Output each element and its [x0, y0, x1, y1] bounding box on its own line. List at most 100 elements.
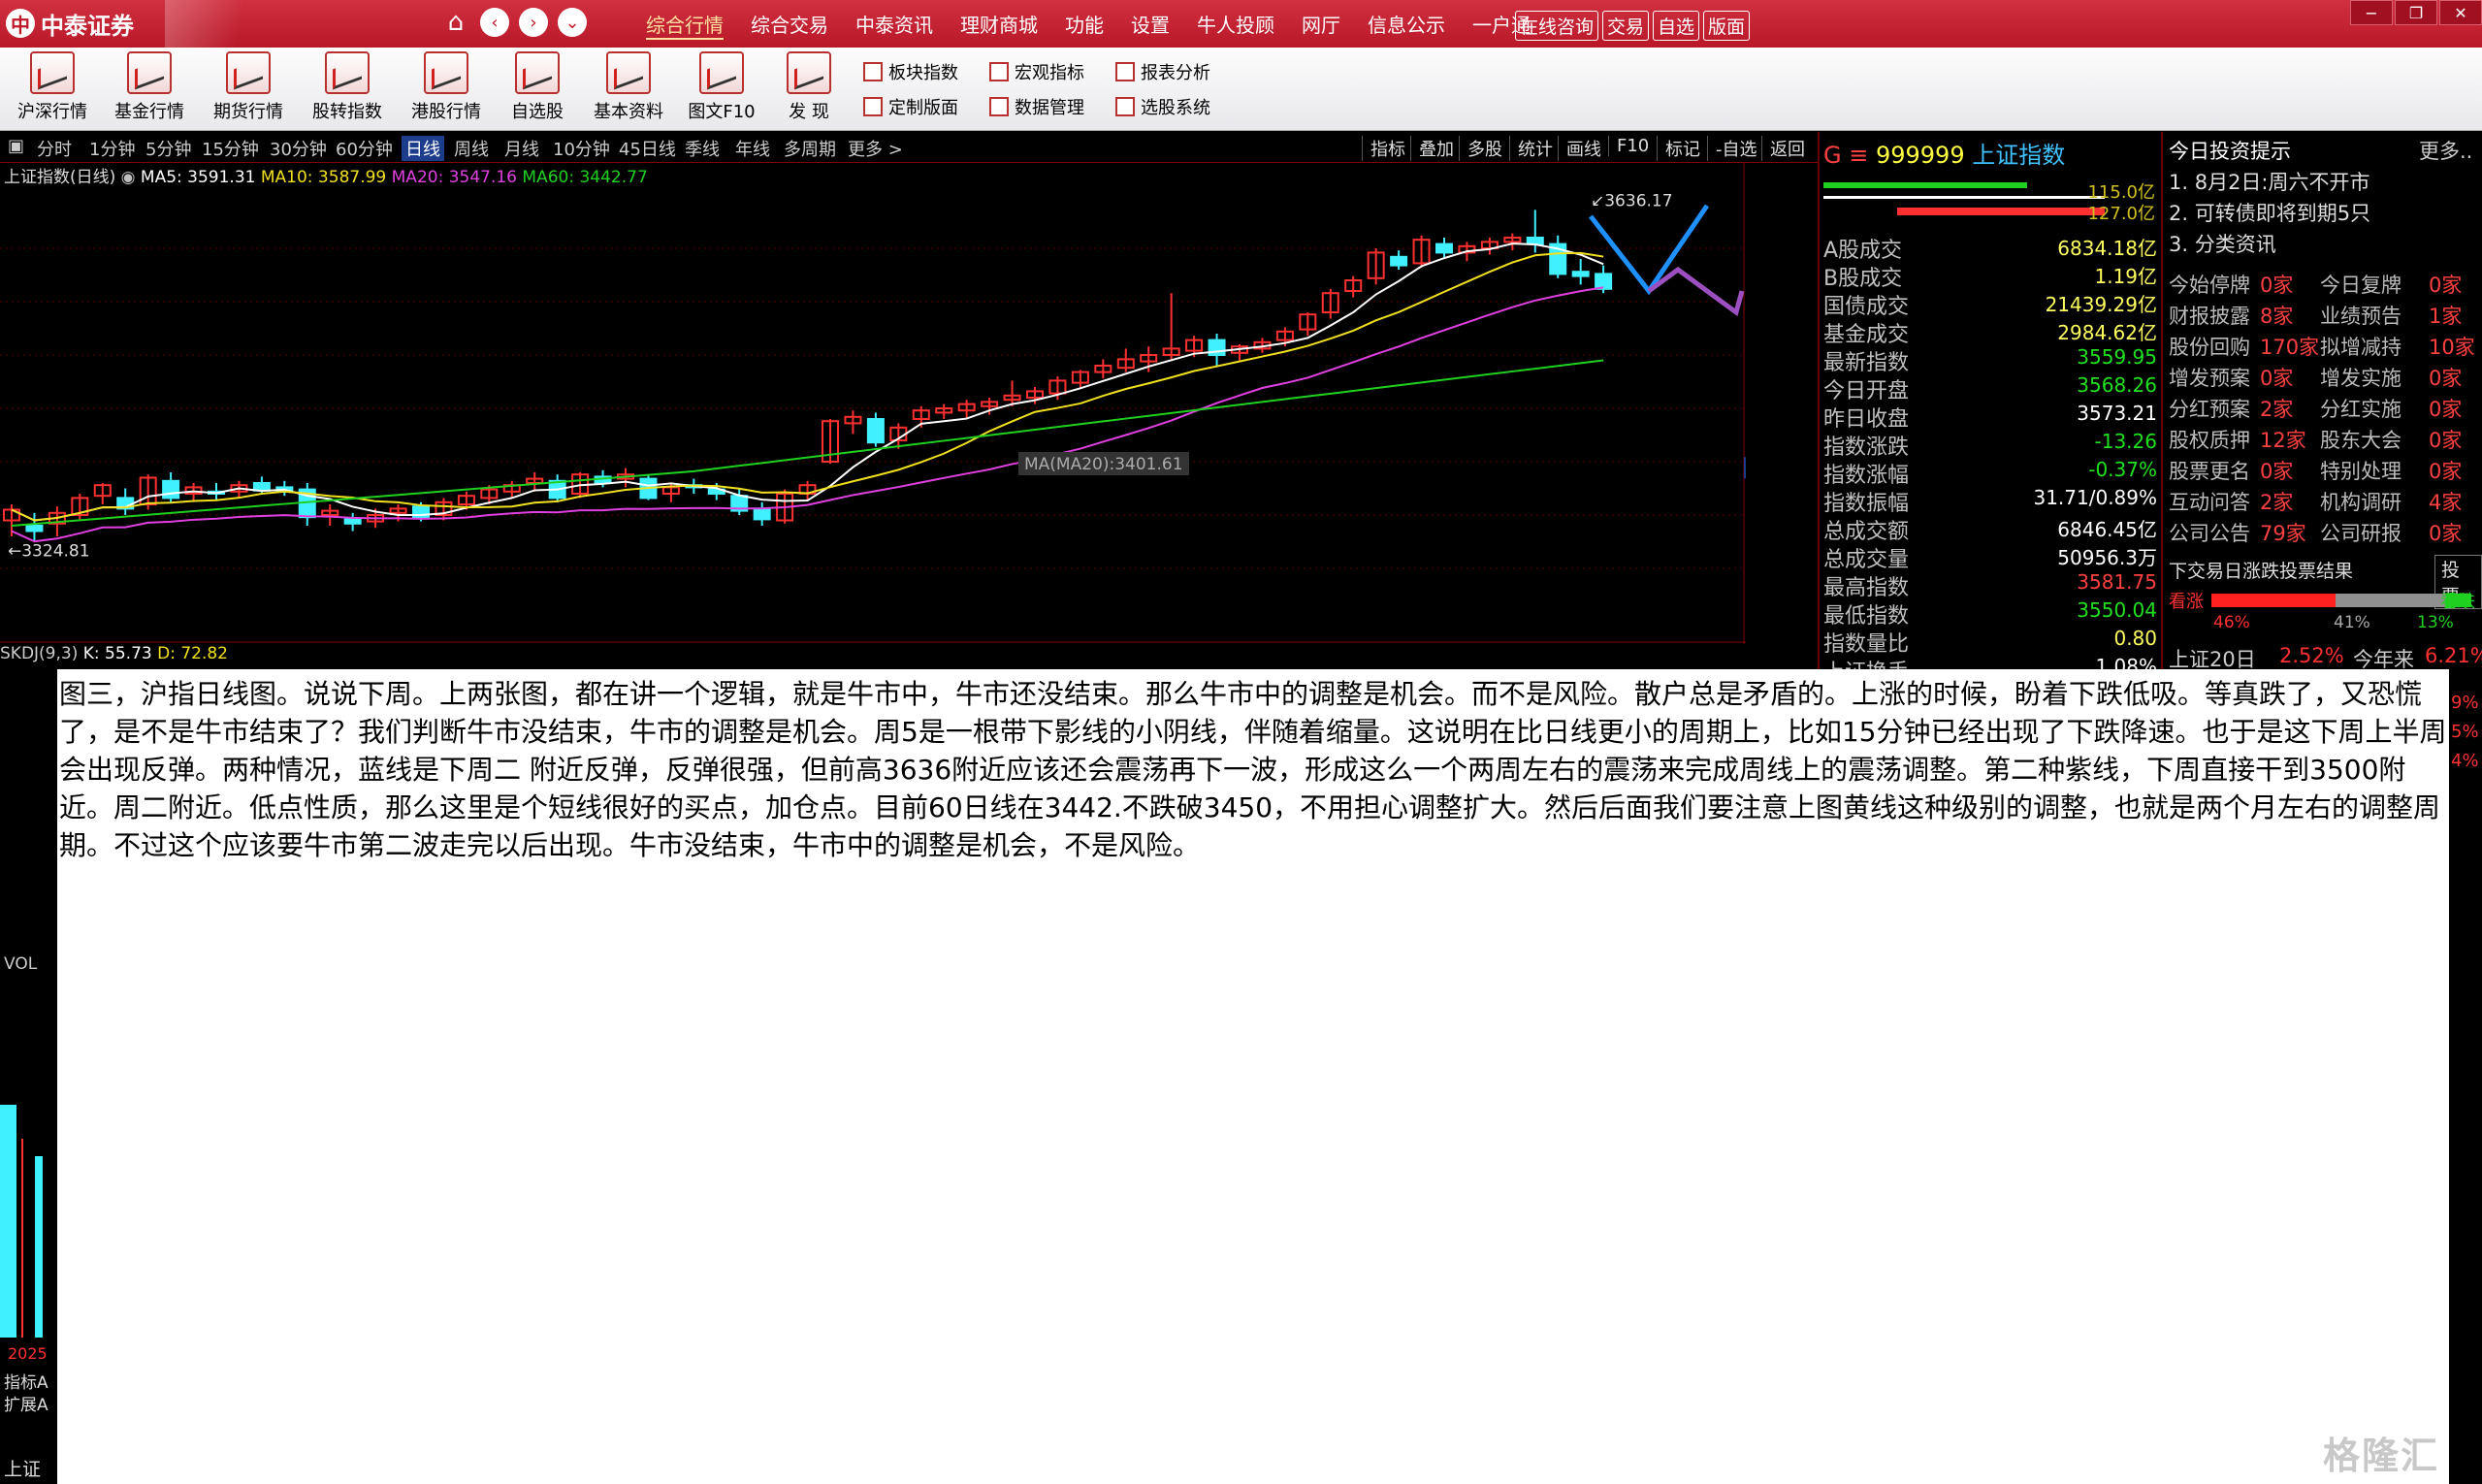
rtab-画线[interactable]: 画线: [1558, 136, 1601, 161]
bottom-market-tab[interactable]: 上证: [4, 1455, 41, 1481]
tab-日线[interactable]: 日线: [402, 136, 444, 161]
menu-item-功能[interactable]: 功能: [1051, 10, 1117, 38]
tab-分时[interactable]: 分时: [37, 136, 72, 161]
tips-item[interactable]: 1. 8月2日:周六不开市: [2169, 167, 2370, 196]
menu-item-综合行情[interactable]: 综合行情: [632, 10, 737, 38]
legend-toggle-icon[interactable]: ◉: [121, 168, 141, 187]
vote-up-bar: [2211, 594, 2336, 607]
period-tabbar: ▣ 分时 1分钟 5分钟 15分钟 30分钟 60分钟 日线 周线 月线 10分…: [0, 132, 1823, 163]
rtab-统计[interactable]: 统计: [1509, 136, 1553, 161]
tips-stat: 8家: [2260, 305, 2294, 328]
restore-icon[interactable]: ❐: [2395, 0, 2437, 25]
tool-发现[interactable]: 发 现: [762, 51, 855, 127]
brand-logo: 中 中泰证券: [6, 6, 180, 41]
tool-数据管理[interactable]: 数据管理: [989, 94, 1084, 119]
tips-item[interactable]: 2. 可转债即将到期5只: [2169, 198, 2370, 227]
tool-板块指数[interactable]: 板块指数: [863, 59, 958, 84]
menu-item-理财商城[interactable]: 理财商城: [947, 10, 1051, 38]
tab-45日线[interactable]: 45日线: [619, 136, 676, 161]
tab-30分钟[interactable]: 30分钟: [270, 136, 327, 161]
tool-股转指数[interactable]: 股转指数: [301, 51, 394, 127]
futures-icon: [226, 51, 271, 94]
nav-buttons: ⌂ ‹ › ⌄: [441, 8, 587, 37]
close-icon[interactable]: ✕: [2439, 0, 2482, 25]
tips-item[interactable]: 3. 分类资讯: [2169, 229, 2276, 258]
tool-沪深行情[interactable]: 沪深行情: [6, 51, 99, 127]
tool-定制版面[interactable]: 定制版面: [863, 94, 958, 119]
tips-stat: 股份回购: [2169, 336, 2250, 359]
tips-stat: 拟增减持: [2320, 336, 2401, 359]
tips-stat: 0家: [2429, 274, 2463, 297]
tab-季线[interactable]: 季线: [685, 136, 720, 161]
tab-5分钟[interactable]: 5分钟: [145, 136, 191, 161]
low-label: ←3324.81: [8, 542, 90, 562]
tips-more-link[interactable]: 更多..: [2419, 136, 2472, 165]
tool-label: 数据管理: [1015, 98, 1084, 118]
kline-chart[interactable]: 36003550350034503400335033003395.2↙3636.…: [0, 163, 1746, 644]
trade-button[interactable]: 交易: [1602, 11, 1650, 41]
tab-15分钟[interactable]: 15分钟: [202, 136, 259, 161]
rtab-指标[interactable]: 指标: [1362, 136, 1405, 161]
window-controls: − ❐ ✕: [2348, 0, 2482, 25]
rtab-返回[interactable]: 返回: [1761, 136, 1805, 161]
tab-更多[interactable]: 更多 >: [848, 136, 903, 161]
tips-stat: 79家: [2260, 522, 2306, 545]
candle-body: [25, 525, 44, 532]
tool-label: 股转指数: [312, 102, 382, 122]
tab-周线[interactable]: 周线: [454, 136, 489, 161]
quote-row: B股成交 1.19亿: [1823, 261, 2157, 291]
menu-item-牛人投顾[interactable]: 牛人投顾: [1183, 10, 1288, 38]
dropdown-icon[interactable]: ⌄: [558, 8, 587, 37]
tab-60分钟[interactable]: 60分钟: [336, 136, 393, 161]
forward-icon[interactable]: ›: [519, 8, 548, 37]
extend-tab[interactable]: 扩展A: [4, 1391, 48, 1415]
tab-年线[interactable]: 年线: [735, 136, 770, 161]
home-icon[interactable]: ⌂: [441, 8, 470, 37]
tool-报表分析[interactable]: 报表分析: [1115, 59, 1210, 84]
tab-月线[interactable]: 月线: [504, 136, 539, 161]
tool-基本资料[interactable]: 基本资料: [582, 51, 675, 127]
divider-bar: [1823, 196, 2105, 199]
main-menu: 综合行情 综合交易 中泰资讯 理财商城 功能 设置 牛人投顾 网厅 信息公示 一…: [632, 0, 1544, 48]
tool-label: 宏观指标: [1015, 63, 1084, 83]
tab-1分钟[interactable]: 1分钟: [89, 136, 135, 161]
rtab-F10[interactable]: F10: [1608, 136, 1649, 156]
panel-toggle-icon[interactable]: ▣: [8, 136, 24, 156]
menu-item-信息公示[interactable]: 信息公示: [1354, 10, 1459, 38]
quote-row-value: 50956.3万: [2057, 546, 2157, 569]
menu-item-设置[interactable]: 设置: [1117, 10, 1183, 38]
tool-自选股[interactable]: 自选股: [491, 51, 584, 127]
tips-stat: 互动问答: [2169, 491, 2250, 514]
tool-宏观指标[interactable]: 宏观指标: [989, 59, 1084, 84]
discover-icon: [787, 51, 831, 94]
tool-港股行情[interactable]: 港股行情: [400, 51, 493, 127]
tail-value-2: 6.21%: [2425, 644, 2482, 667]
indicator-tab[interactable]: 指标A: [4, 1369, 48, 1393]
skdj-label: SKDJ(9,3): [0, 644, 79, 663]
quote-row-label: 指数涨幅: [1823, 464, 1910, 488]
back-icon[interactable]: ‹: [480, 8, 509, 37]
online-consult-button[interactable]: 在线咨询: [1515, 11, 1599, 41]
quote-row-value: 31.71/0.89%: [2033, 486, 2157, 509]
rtab-标记[interactable]: 标记: [1657, 136, 1700, 161]
menu-item-中泰资讯[interactable]: 中泰资讯: [842, 10, 947, 38]
tool-图文F10[interactable]: 图文F10: [675, 51, 768, 127]
vol-bar: [21, 1139, 23, 1338]
menu-item-网厅[interactable]: 网厅: [1288, 10, 1354, 38]
watchlist-button[interactable]: 自选: [1653, 11, 1700, 41]
tips-stat: 0家: [2260, 274, 2294, 297]
minimize-icon[interactable]: −: [2350, 0, 2393, 25]
quote-row: 今日开盘 3568.26: [1823, 373, 2157, 403]
quote-row-label: 指数振幅: [1823, 492, 1910, 516]
rtab-叠加[interactable]: 叠加: [1410, 136, 1454, 161]
menu-item-综合交易[interactable]: 综合交易: [737, 10, 842, 38]
tab-10分钟[interactable]: 10分钟: [553, 136, 610, 161]
tool-基金行情[interactable]: 基金行情: [103, 51, 196, 127]
layout-button[interactable]: 版面: [1703, 11, 1751, 41]
tool-期货行情[interactable]: 期货行情: [202, 51, 295, 127]
tab-多周期[interactable]: 多周期: [784, 136, 836, 161]
tool-选股系统[interactable]: 选股系统: [1115, 94, 1210, 119]
rtab-多股[interactable]: 多股: [1459, 136, 1502, 161]
rtab-自选[interactable]: -自选: [1707, 136, 1757, 161]
tool-label: 基金行情: [114, 102, 184, 122]
